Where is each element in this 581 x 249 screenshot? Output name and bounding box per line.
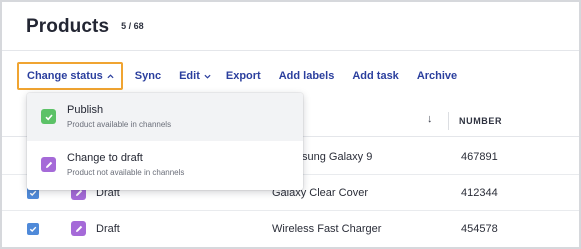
chevron-up-icon [107, 73, 114, 78]
add-labels-button[interactable]: Add labels [279, 70, 335, 82]
product-number: 412344 [461, 187, 498, 199]
pencil-icon [75, 225, 82, 232]
product-name: sung Galaxy 9 [302, 151, 373, 163]
selection-count: 5 / 68 [121, 21, 144, 31]
add-task-button[interactable]: Add task [352, 70, 398, 82]
export-button[interactable]: Export [226, 70, 261, 82]
publish-status-icon [41, 109, 56, 124]
menu-item-change-to-draft[interactable]: Change to draft Product not available in… [27, 141, 303, 189]
product-number: 454578 [461, 223, 498, 235]
draft-status-icon [41, 157, 56, 172]
check-icon [29, 226, 37, 232]
table-row[interactable]: Draft Wireless Fast Charger 454578 [2, 211, 579, 247]
menu-item-subtitle: Product available in channels [67, 120, 172, 129]
product-name: Wireless Fast Charger [272, 223, 382, 235]
change-status-menu: Publish Product available in channels Ch… [27, 93, 303, 190]
bulk-action-toolbar: Change status Sync Edit Export Add label… [17, 62, 475, 90]
column-separator [448, 112, 449, 130]
menu-item-title: Change to draft [67, 152, 143, 164]
header-divider [2, 50, 579, 51]
menu-item-publish[interactable]: Publish Product available in channels [27, 93, 303, 141]
product-number: 467891 [461, 151, 498, 163]
sort-arrow-down-icon[interactable]: ↓ [427, 113, 433, 125]
status-label: Draft [96, 223, 120, 235]
chevron-down-icon [204, 74, 211, 79]
draft-status-icon [71, 221, 86, 236]
products-window: Products 5 / 68 Change status Sync Edit … [0, 0, 581, 249]
menu-item-subtitle: Product not available in channels [67, 168, 185, 177]
change-status-label: Change status [27, 70, 103, 82]
page-title: Products [26, 16, 110, 37]
column-header-number[interactable]: NUMBER [459, 116, 502, 126]
change-status-button[interactable]: Change status [17, 62, 123, 90]
pencil-icon [45, 161, 52, 168]
check-icon [44, 113, 53, 120]
menu-item-title: Publish [67, 104, 104, 116]
page-header: Products 5 / 68 [26, 16, 144, 38]
archive-button[interactable]: Archive [417, 70, 457, 82]
edit-button[interactable]: Edit [179, 70, 211, 82]
row-checkbox[interactable] [27, 223, 39, 235]
sync-button[interactable]: Sync [135, 70, 161, 82]
edit-label: Edit [179, 70, 200, 82]
check-icon [29, 190, 37, 196]
